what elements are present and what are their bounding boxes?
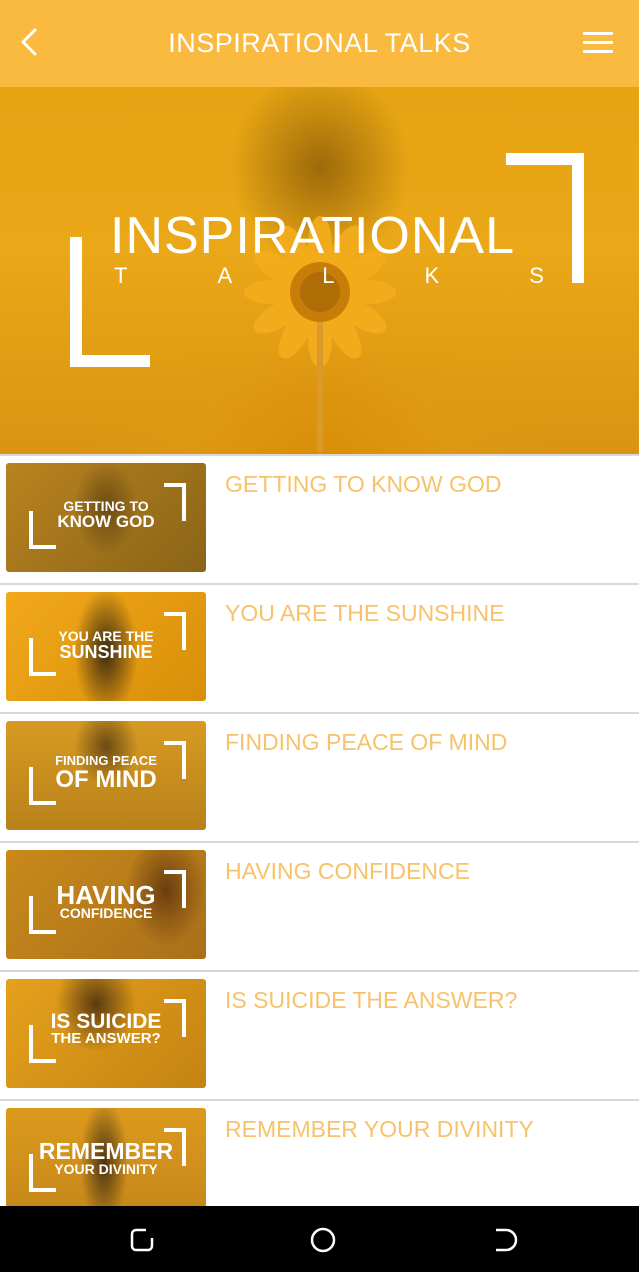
menu-button[interactable] [581, 28, 615, 58]
talk-thumbnail: HAVING CONFIDENCE [6, 850, 206, 959]
talk-thumbnail: REMEMBER YOUR DIVINITY [6, 1108, 206, 1217]
home-icon [310, 1227, 336, 1253]
talk-title: HAVING CONFIDENCE [225, 858, 470, 884]
recent-apps-icon [130, 1228, 154, 1252]
talk-title: YOU ARE THE SUNSHINE [225, 600, 505, 626]
hero-banner: INSPIRATIONAL T A L K S [0, 87, 639, 454]
talk-thumbnail: IS SUICIDE THE ANSWER? [6, 979, 206, 1088]
talk-title: REMEMBER YOUR DIVINITY [225, 1116, 534, 1142]
app-bar: INSPIRATIONAL TALKS [0, 0, 639, 87]
talk-thumbnail: GETTING TO KNOW GOD [6, 463, 206, 572]
list-item[interactable]: IS SUICIDE THE ANSWER? IS SUICIDE THE AN… [0, 970, 639, 1099]
talk-thumbnail: FINDING PEACE OF MIND [6, 721, 206, 830]
back-nav-button[interactable] [490, 1226, 518, 1254]
system-nav-bar [0, 1206, 639, 1272]
talk-title: GETTING TO KNOW GOD [225, 471, 502, 497]
list-item[interactable]: FINDING PEACE OF MIND FINDING PEACE OF M… [0, 712, 639, 841]
recent-apps-button[interactable] [128, 1226, 156, 1254]
talk-title: FINDING PEACE OF MIND [225, 729, 508, 755]
talk-title: IS SUICIDE THE ANSWER? [225, 987, 518, 1013]
list-item[interactable]: YOU ARE THE SUNSHINE YOU ARE THE SUNSHIN… [0, 583, 639, 712]
list-item[interactable]: GETTING TO KNOW GOD GETTING TO KNOW GOD [0, 454, 639, 583]
page-title: INSPIRATIONAL TALKS [168, 28, 471, 58]
hero-title: INSPIRATIONAL [110, 207, 516, 265]
home-button[interactable] [309, 1226, 337, 1254]
list-item[interactable]: HAVING CONFIDENCE HAVING CONFIDENCE [0, 841, 639, 970]
back-icon [496, 1228, 518, 1252]
hero-subtitle: T A L K S [114, 263, 544, 288]
hamburger-menu-icon [583, 32, 613, 35]
talk-thumbnail: YOU ARE THE SUNSHINE [6, 592, 206, 701]
